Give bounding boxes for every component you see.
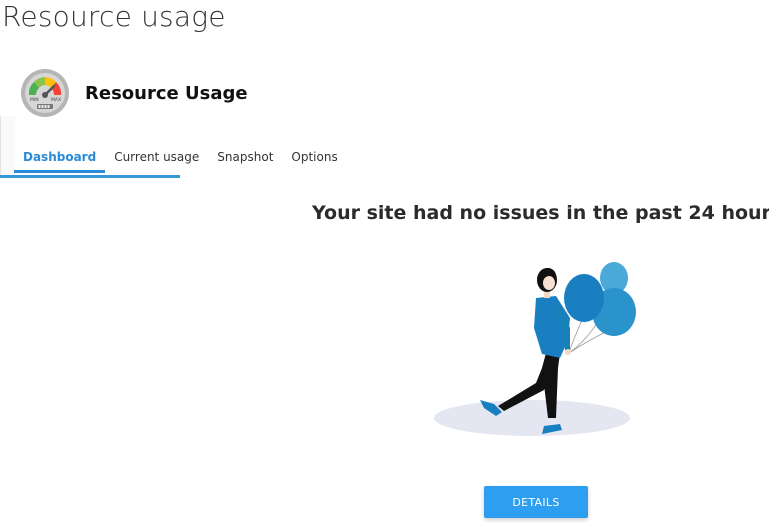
tab-bar: Dashboard Current usage Snapshot Options: [14, 146, 347, 173]
app-name: Resource Usage: [85, 82, 248, 104]
resource-usage-page: Resource usage MIN MAX Resource Usage Da…: [0, 0, 769, 532]
tab-current-usage[interactable]: Current usage: [105, 146, 208, 173]
page-title: Resource usage: [2, 0, 226, 33]
gauge-min-label: MIN: [30, 97, 39, 103]
tab-options[interactable]: Options: [282, 146, 346, 173]
gauge-icon: MIN MAX: [21, 69, 69, 117]
woman-with-balloons-illustration: [434, 262, 636, 436]
tabs-left-edge: [0, 116, 15, 178]
gauge-max-label: MAX: [51, 97, 61, 103]
details-button[interactable]: DETAILS: [484, 486, 588, 518]
status-message: Your site had no issues in the past 24 h…: [312, 202, 769, 224]
tab-snapshot[interactable]: Snapshot: [208, 146, 282, 173]
tab-dashboard[interactable]: Dashboard: [14, 146, 106, 173]
app-header: MIN MAX Resource Usage: [20, 68, 248, 118]
tabs-underline: [0, 175, 180, 178]
